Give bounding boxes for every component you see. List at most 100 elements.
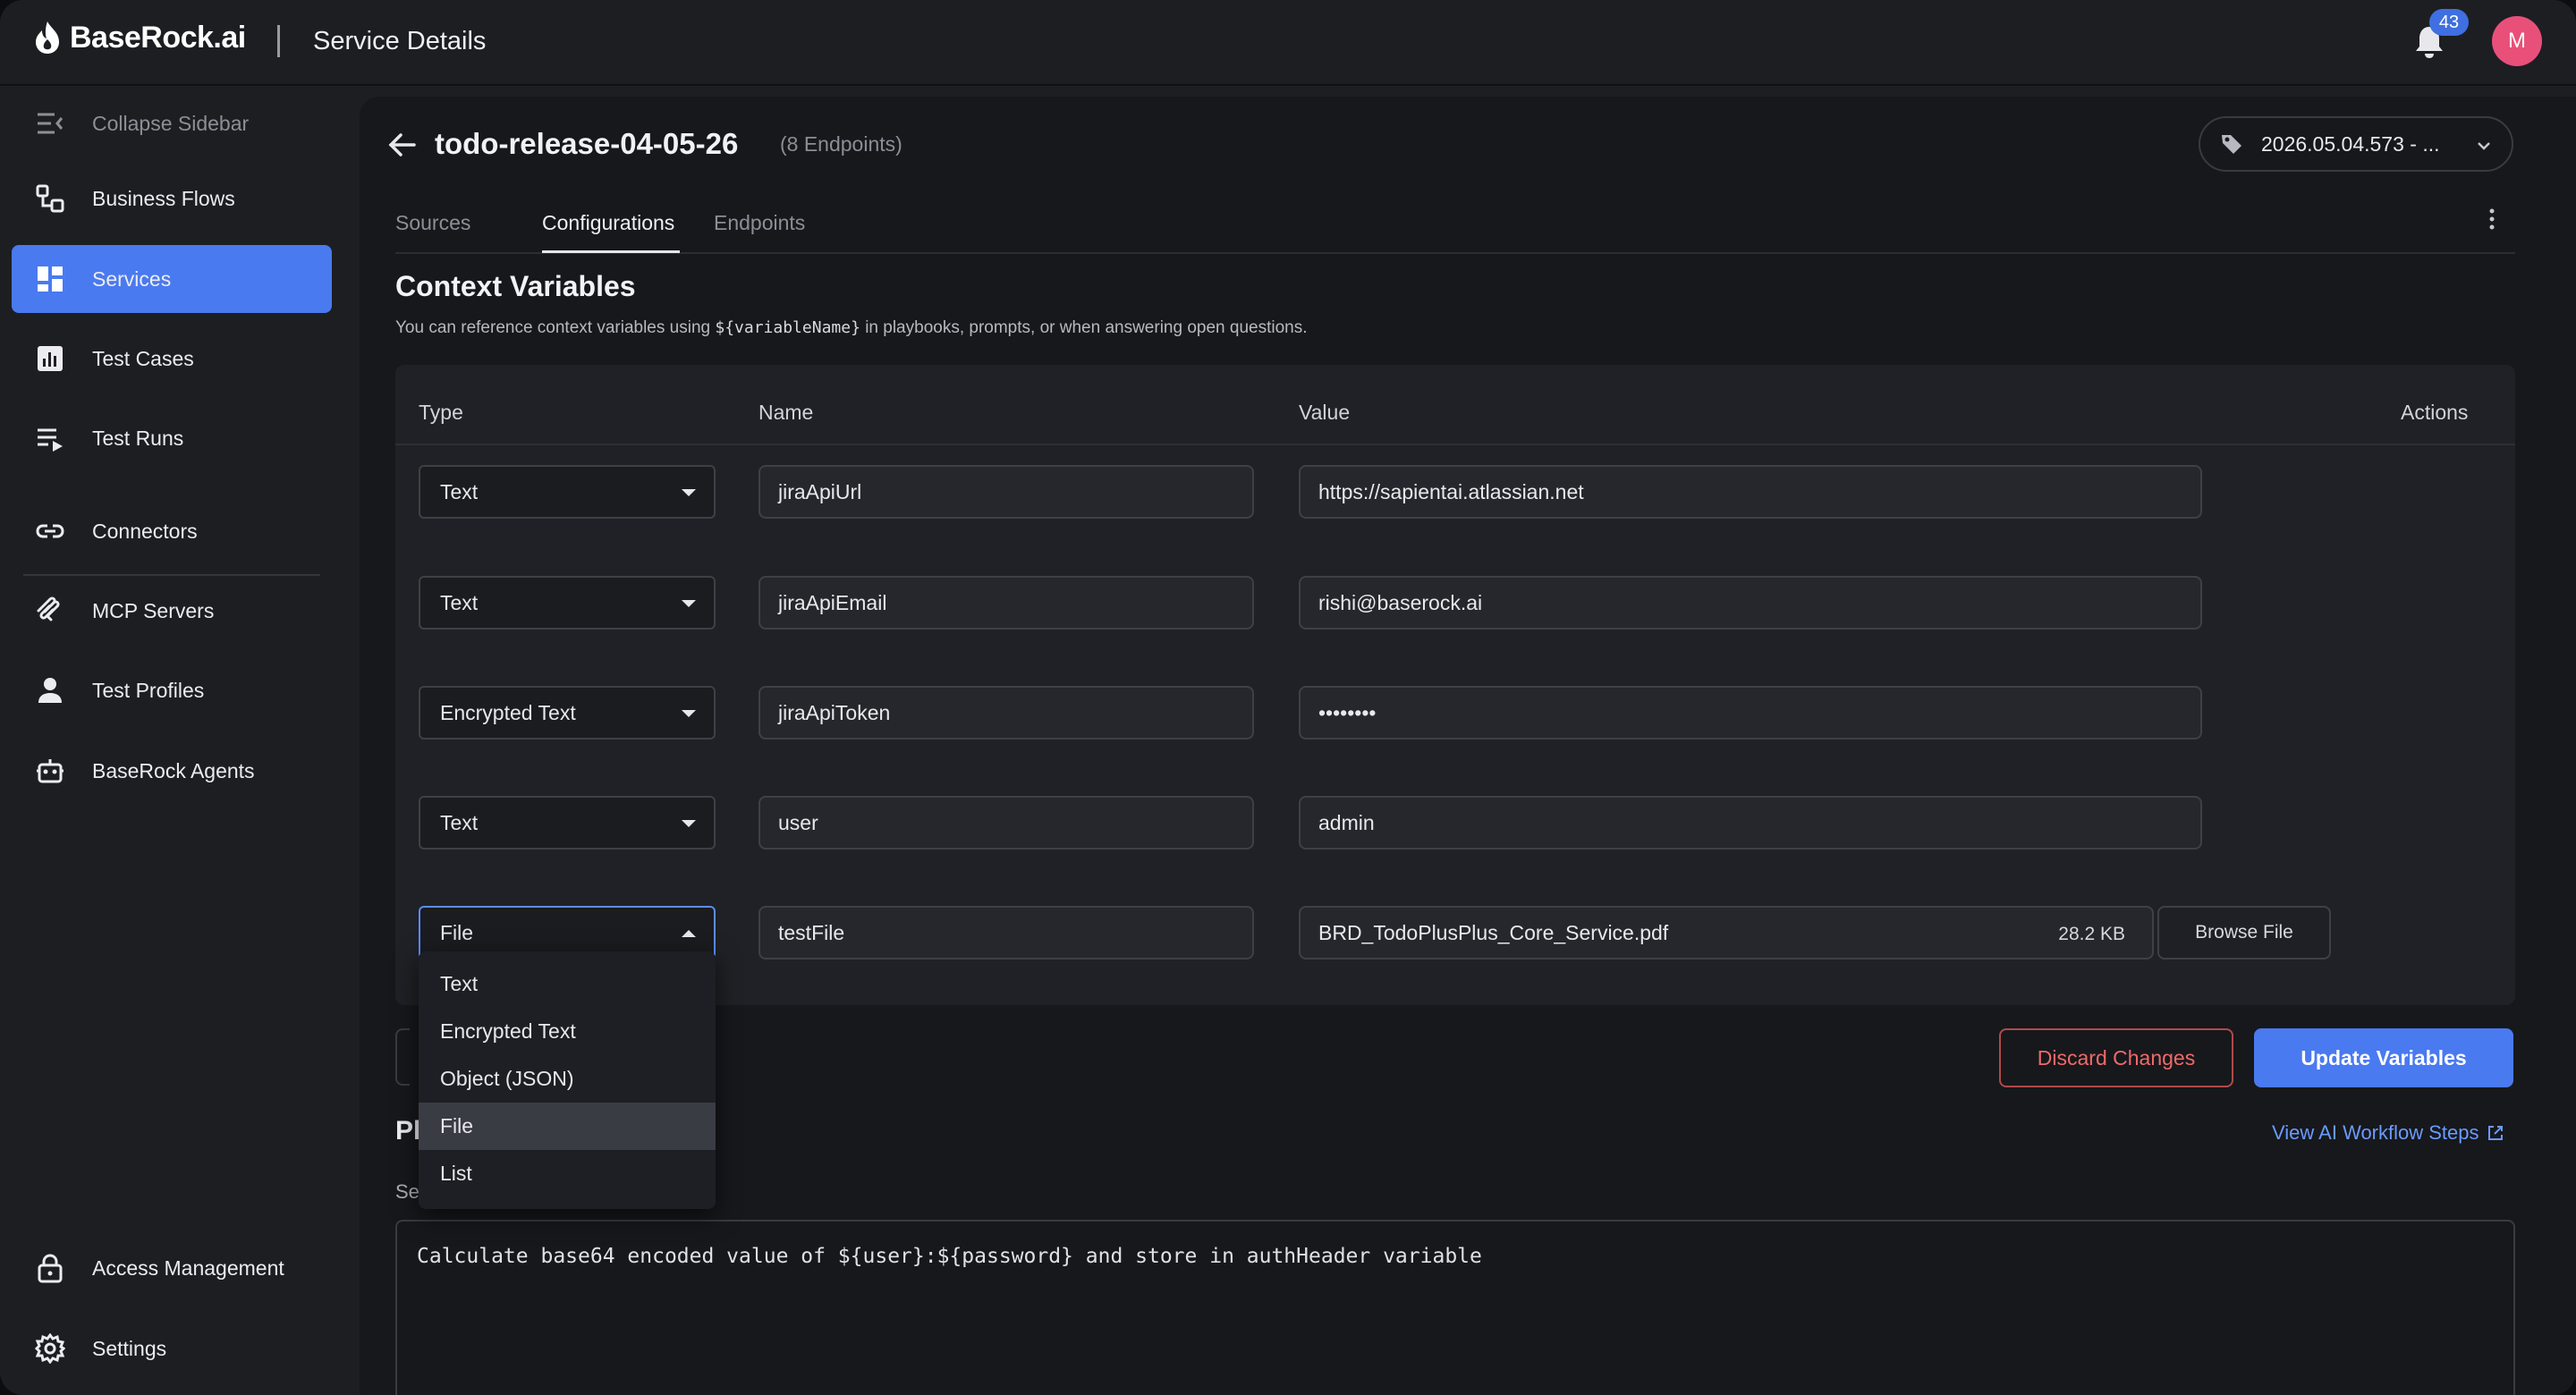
sidebar-item-label: Test Cases [92, 346, 194, 370]
caret-up-icon [682, 930, 696, 937]
baserock-flame-icon [36, 21, 59, 54]
playbook-prompt-textarea[interactable]: Calculate base64 encoded value of ${user… [395, 1220, 2515, 1395]
sidebar-item-test-runs[interactable]: Test Runs [12, 404, 332, 472]
collapse-sidebar-label: Collapse Sidebar [92, 111, 250, 135]
caret-down-icon [682, 489, 696, 496]
caret-down-icon [682, 820, 696, 827]
header-divider [395, 444, 2515, 445]
type-value: Text [440, 810, 479, 834]
type-select[interactable]: Text [419, 465, 716, 519]
sidebar-item-label: BaseRock Agents [92, 758, 255, 782]
dropdown-option-encrypted-text[interactable]: Encrypted Text [419, 1008, 716, 1055]
name-input[interactable]: user [758, 796, 1254, 850]
playbook-subtitle: Se [395, 1180, 419, 1203]
dropdown-option-file[interactable]: File [419, 1103, 716, 1150]
collapse-sidebar-button[interactable]: Collapse Sidebar [12, 89, 332, 157]
dropdown-option-object-json[interactable]: Object (JSON) [419, 1055, 716, 1103]
column-header-value: Value [1299, 401, 1351, 424]
file-display: BRD_TodoPlusPlus_Core_Service.pdf 28.2 K… [1299, 906, 2154, 960]
view-ai-workflow-link[interactable]: View AI Workflow Steps [2272, 1121, 2504, 1145]
type-select[interactable]: Encrypted Text [419, 686, 716, 740]
tab-configurations[interactable]: Configurations [542, 211, 674, 235]
sidebar-item-connectors[interactable]: Connectors [12, 497, 332, 565]
file-size: 28.2 KB [2058, 924, 2125, 944]
chevron-down-icon [2478, 142, 2490, 150]
external-link-icon [2487, 1126, 2503, 1140]
value-input[interactable]: https://sapientai.atlassian.net [1299, 465, 2202, 519]
type-value: Text [440, 479, 479, 503]
sidebar-item-label: Settings [92, 1336, 167, 1360]
version-select[interactable]: 2026.05.04.573 - ... [2199, 116, 2513, 172]
caret-down-icon [682, 710, 696, 717]
name-input[interactable]: jiraApiEmail [758, 576, 1254, 630]
sidebar-item-test-profiles[interactable]: Test Profiles [12, 656, 332, 724]
sidebar-item-access-management[interactable]: Access Management [12, 1234, 332, 1302]
table-row: Text jiraApiUrl https://sapientai.atlass… [395, 465, 2515, 520]
sidebar-item-label: Services [92, 266, 172, 291]
playbook-heading: Pl [395, 1116, 421, 1146]
more-options-icon[interactable] [2487, 206, 2497, 232]
user-icon [35, 675, 65, 706]
column-header-actions: Actions [2401, 401, 2469, 424]
active-tab-indicator [542, 250, 680, 253]
tab-bar: Sources Configurations Endpoints [395, 202, 2515, 254]
header-divider [277, 25, 280, 57]
update-variables-button[interactable]: Update Variables [2254, 1028, 2513, 1087]
sidebar-item-label: Access Management [92, 1256, 284, 1280]
context-variables-title: Context Variables [395, 270, 636, 302]
dropdown-option-list[interactable]: List [419, 1150, 716, 1197]
discard-changes-button[interactable]: Discard Changes [1999, 1028, 2233, 1087]
sidebar-item-label: Connectors [92, 519, 198, 543]
password-input[interactable]: •••••••• [1299, 686, 2202, 740]
back-arrow-icon[interactable] [386, 129, 419, 161]
type-value: Encrypted Text [440, 700, 576, 724]
value-input[interactable]: rishi@baserock.ai [1299, 576, 2202, 630]
desc-text: You can reference context variables usin… [395, 318, 716, 337]
desc-text: in playbooks, prompts, or when answering… [860, 318, 1308, 337]
business-flows-icon [35, 183, 65, 214]
name-input[interactable]: jiraApiUrl [758, 465, 1254, 519]
service-title: todo-release-04-05-26 [435, 127, 739, 160]
sidebar-item-mcp-servers[interactable]: MCP Servers [12, 577, 332, 645]
services-grid-icon [35, 264, 65, 294]
type-select[interactable]: Text [419, 796, 716, 850]
name-value: testFile [778, 920, 845, 944]
sidebar-item-settings[interactable]: Settings [12, 1315, 332, 1382]
value-input[interactable]: admin [1299, 796, 2202, 850]
page-heading: Service Details [313, 27, 487, 55]
sidebar-item-test-cases[interactable]: Test Cases [12, 325, 332, 393]
type-value: Text [440, 590, 479, 614]
type-select[interactable]: Text [419, 576, 716, 630]
value-text: rishi@baserock.ai [1318, 590, 1483, 614]
sidebar-item-business-flows[interactable]: Business Flows [12, 165, 332, 232]
name-input[interactable]: jiraApiToken [758, 686, 1254, 740]
robot-icon [35, 756, 65, 786]
mcp-icon [35, 596, 65, 626]
dropdown-option-text[interactable]: Text [419, 960, 716, 1008]
name-value: jiraApiUrl [778, 479, 862, 503]
sidebar-item-label: Business Flows [92, 186, 235, 210]
logo[interactable]: BaseRock.ai [32, 20, 246, 55]
sidebar-item-label: Test Runs [92, 426, 184, 450]
endpoint-count: (8 Endpoints) [780, 132, 902, 156]
column-header-type: Type [419, 401, 463, 424]
desc-code: ${variableName} [715, 318, 860, 337]
tab-sources[interactable]: Sources [395, 211, 470, 235]
context-variables-description: You can reference context variables usin… [395, 318, 1308, 338]
name-value: user [778, 810, 818, 834]
sidebar-item-services[interactable]: Services [12, 245, 332, 313]
add-variable-button[interactable] [395, 1028, 410, 1086]
table-row: Encrypted Text jiraApiToken •••••••• [395, 686, 2515, 741]
tab-endpoints[interactable]: Endpoints [714, 211, 805, 235]
name-input[interactable]: testFile [758, 906, 1254, 960]
tag-icon [2222, 135, 2241, 154]
caret-down-icon [682, 600, 696, 607]
collapse-sidebar-icon [35, 108, 65, 139]
prompt-text: Calculate base64 encoded value of ${user… [417, 1245, 1482, 1268]
avatar[interactable]: M [2492, 16, 2542, 66]
chart-icon [35, 343, 65, 374]
sidebar-item-baserock-agents[interactable]: BaseRock Agents [12, 737, 332, 805]
browse-file-button[interactable]: Browse File [2157, 906, 2331, 960]
column-header-name: Name [758, 401, 814, 424]
play-list-icon [35, 423, 65, 453]
